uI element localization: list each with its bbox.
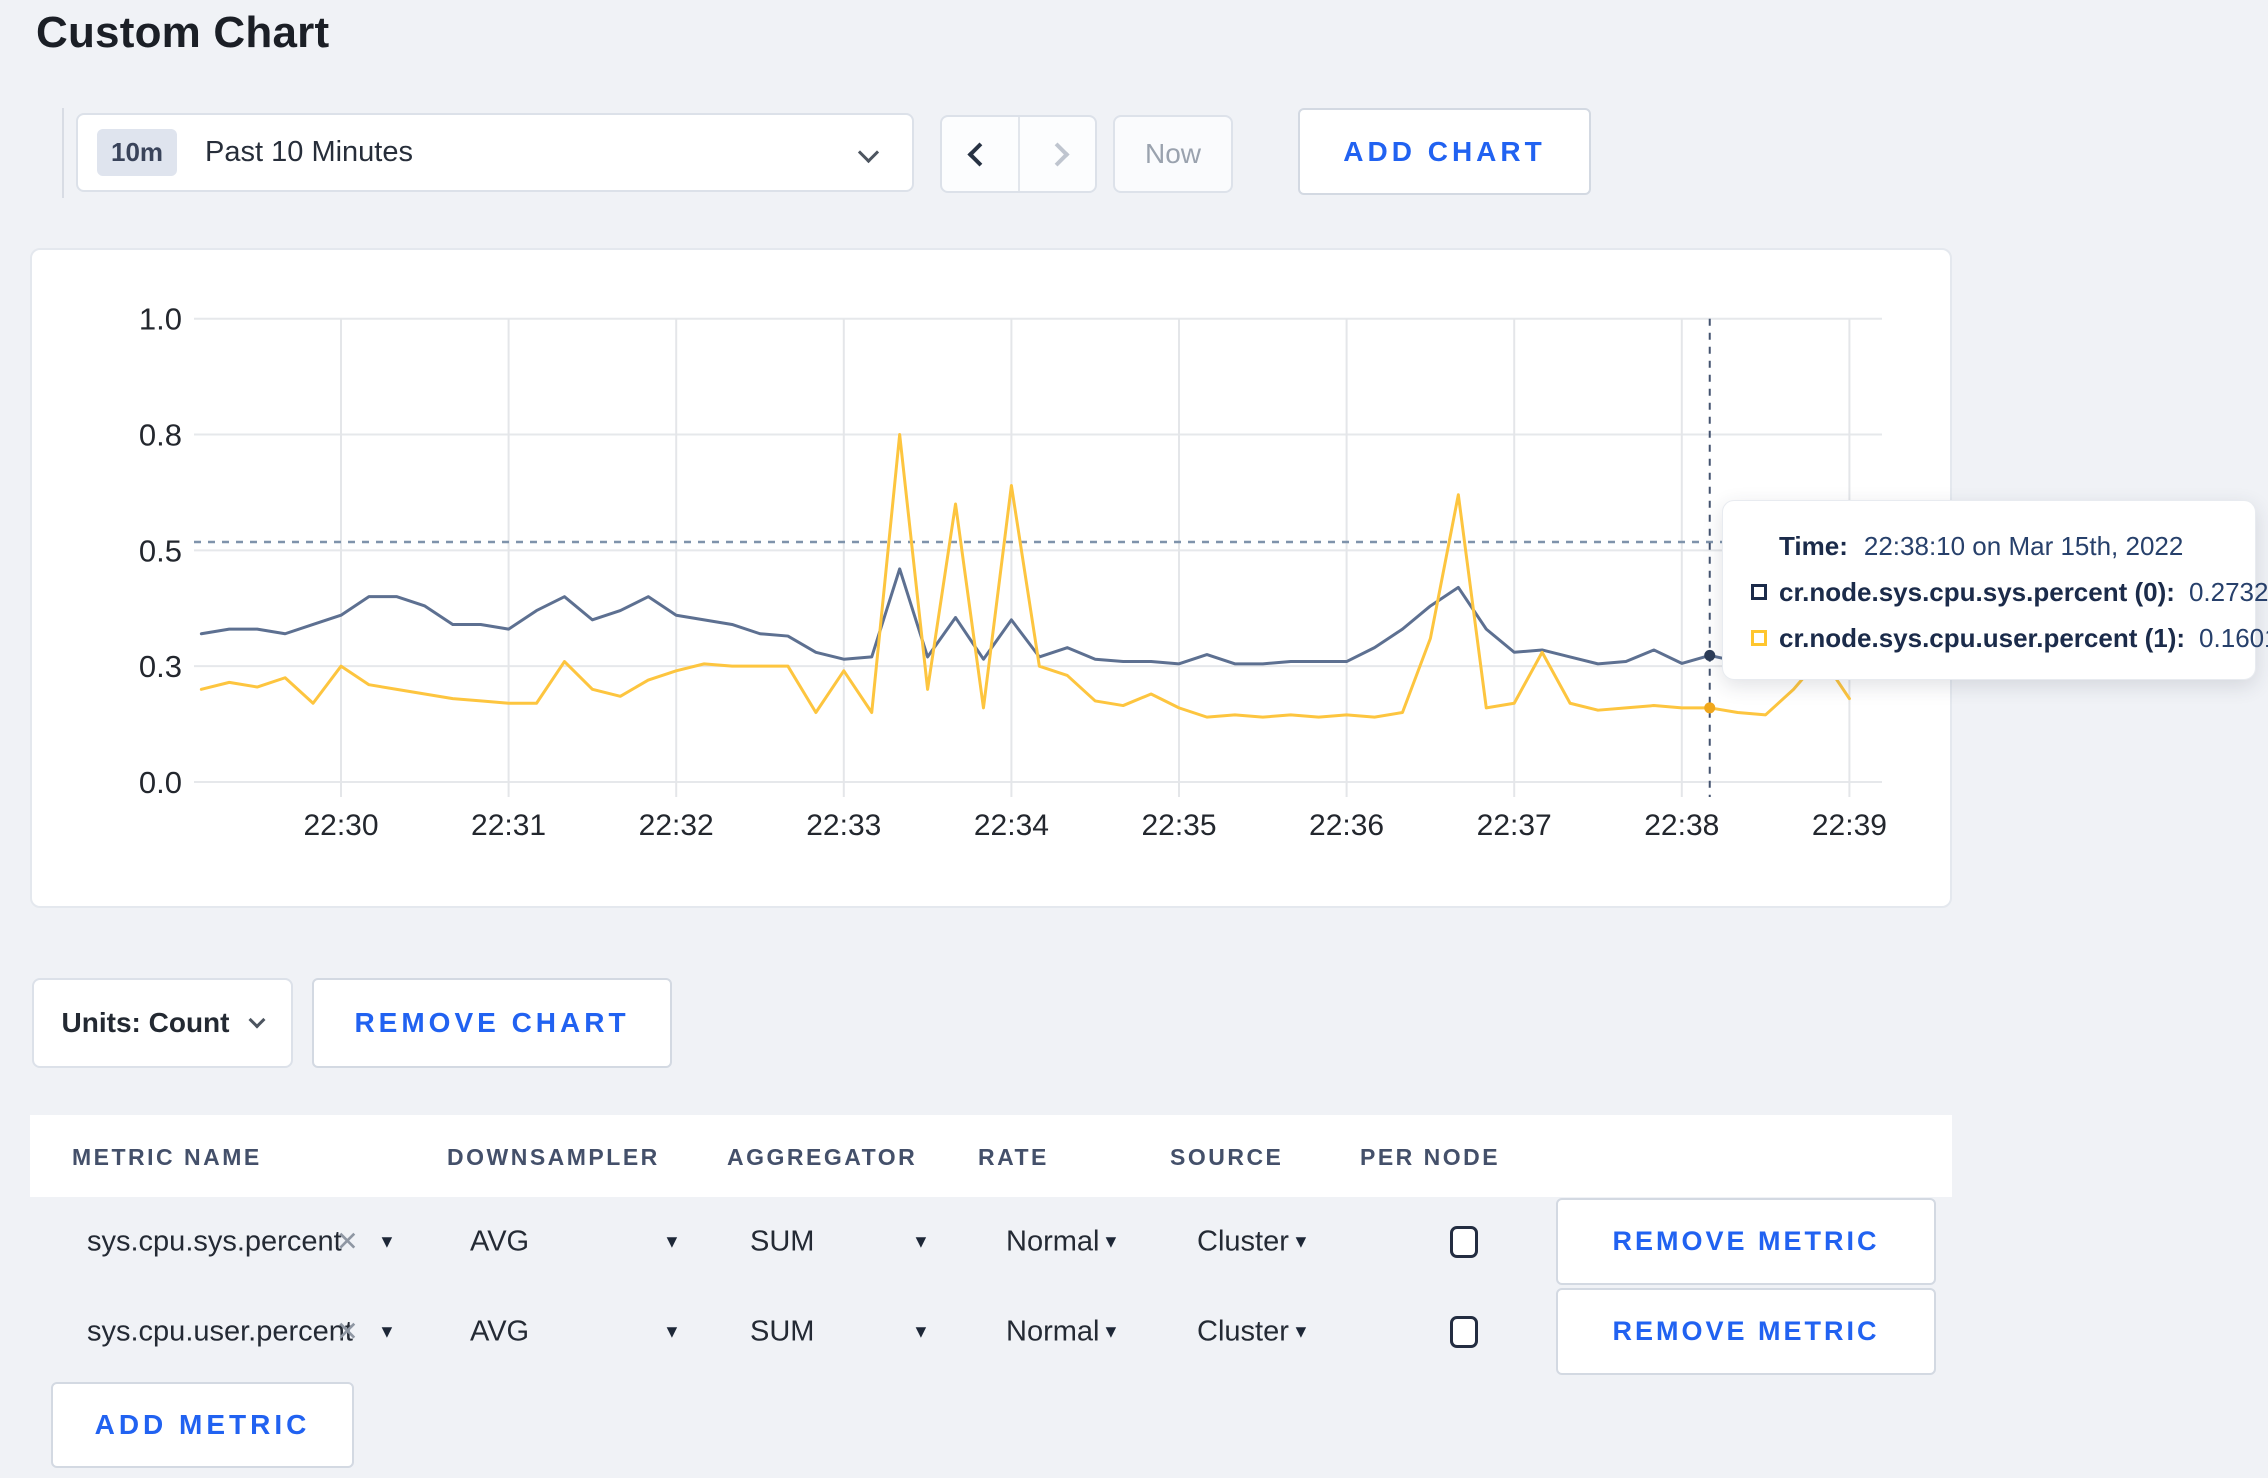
svg-text:1.0: 1.0 <box>139 302 182 337</box>
aggregator-select[interactable]: SUM <box>750 1226 814 1259</box>
col-header-source: SOURCE <box>1170 1144 1284 1170</box>
svg-text:22:36: 22:36 <box>1309 809 1384 842</box>
caret-down-icon[interactable]: ▼ <box>663 1232 681 1253</box>
chevron-down-icon <box>857 141 880 164</box>
tooltip-series-0-label: cr.node.sys.cpu.sys.percent (0): <box>1779 576 2175 607</box>
close-icon[interactable]: ✕ <box>336 1227 359 1258</box>
chart-card: 0.0 0.3 0.5 0.8 1.0 22:30 22:31 22:32 22:33 22:34… <box>30 248 1952 908</box>
svg-text:0.8: 0.8 <box>139 418 182 453</box>
col-header-aggregator: AGGREGATOR <box>727 1144 918 1170</box>
col-header-per-node: PER NODE <box>1360 1144 1501 1170</box>
metric-row-1: sys.cpu.user.percent ✕ ▼ AVG ▼ SUM ▼ Nor… <box>30 1287 1952 1377</box>
svg-text:22:34: 22:34 <box>974 809 1049 842</box>
tooltip-series-1-label: cr.node.sys.cpu.user.percent (1): <box>1779 622 2186 653</box>
caret-down-icon[interactable]: ▼ <box>663 1322 681 1343</box>
remove-metric-button[interactable]: REMOVE METRIC <box>1556 1198 1936 1285</box>
metric-name-select[interactable]: sys.cpu.sys.percent <box>87 1226 342 1259</box>
svg-text:22:33: 22:33 <box>806 809 881 842</box>
caret-down-icon[interactable]: ▼ <box>1292 1322 1310 1343</box>
units-label: Units: Count <box>61 1007 230 1038</box>
timeseries-chart[interactable]: 0.0 0.3 0.5 0.8 1.0 22:30 22:31 22:32 22:33 22:34… <box>32 250 1954 910</box>
metric-name-select[interactable]: sys.cpu.user.percent <box>87 1316 353 1349</box>
page-title: Custom Chart <box>36 8 330 57</box>
caret-down-icon[interactable]: ▼ <box>378 1232 396 1253</box>
svg-text:22:38: 22:38 <box>1644 809 1719 842</box>
caret-down-icon[interactable]: ▼ <box>378 1322 396 1343</box>
caret-down-icon[interactable]: ▼ <box>912 1232 930 1253</box>
time-nav-group <box>940 115 1097 193</box>
time-range-badge: 10m <box>97 129 178 176</box>
svg-text:22:37: 22:37 <box>1477 809 1552 842</box>
units-dropdown[interactable]: Units: Count <box>32 978 293 1068</box>
downsampler-select[interactable]: AVG <box>470 1226 529 1259</box>
svg-text:22:31: 22:31 <box>471 809 546 842</box>
time-forward-button[interactable] <box>1017 117 1096 191</box>
close-icon[interactable]: ✕ <box>336 1317 359 1348</box>
tooltip-time-label: Time: <box>1779 530 1848 561</box>
add-chart-button[interactable]: ADD CHART <box>1298 108 1591 195</box>
chevron-right-icon <box>1045 141 1070 167</box>
caret-down-icon[interactable]: ▼ <box>912 1322 930 1343</box>
remove-chart-button[interactable]: REMOVE CHART <box>312 978 672 1068</box>
remove-metric-button[interactable]: REMOVE METRIC <box>1556 1288 1936 1375</box>
rate-select[interactable]: Normal <box>1006 1226 1099 1259</box>
svg-text:22:39: 22:39 <box>1812 809 1887 842</box>
per-node-checkbox[interactable] <box>1450 1226 1478 1258</box>
chevron-down-icon <box>248 1011 266 1029</box>
series-0-swatch-icon <box>1751 584 1767 600</box>
toolbar-divider <box>62 108 64 198</box>
tooltip-time-value: 22:38:10 on Mar 15th, 2022 <box>1863 530 2184 561</box>
chevron-left-icon <box>967 141 992 167</box>
time-range-dropdown[interactable]: 10m Past 10 Minutes <box>76 113 914 192</box>
caret-down-icon[interactable]: ▼ <box>1102 1322 1120 1343</box>
svg-text:22:35: 22:35 <box>1141 809 1216 842</box>
time-range-label: Past 10 Minutes <box>205 136 413 168</box>
col-header-downsampler: DOWNSAMPLER <box>447 1144 660 1170</box>
col-header-rate: RATE <box>978 1144 1049 1170</box>
col-header-metric-name: METRIC NAME <box>72 1144 262 1170</box>
tooltip-series-0-value: 0.2732 <box>2188 576 2268 607</box>
series-1-swatch-icon <box>1751 630 1767 646</box>
downsampler-select[interactable]: AVG <box>470 1316 529 1349</box>
rate-select[interactable]: Normal <box>1006 1316 1099 1349</box>
add-metric-button[interactable]: ADD METRIC <box>51 1382 354 1468</box>
svg-text:22:30: 22:30 <box>303 809 378 842</box>
source-select[interactable]: Cluster <box>1197 1316 1289 1349</box>
metric-row-0: sys.cpu.sys.percent ✕ ▼ AVG ▼ SUM ▼ Norm… <box>30 1197 1952 1287</box>
time-back-button[interactable] <box>942 117 1018 191</box>
chart-hover-tooltip: Time: 22:38:10 on Mar 15th, 2022 cr.node… <box>1722 500 2268 680</box>
caret-down-icon[interactable]: ▼ <box>1102 1232 1120 1253</box>
per-node-checkbox[interactable] <box>1450 1316 1478 1348</box>
svg-text:22:32: 22:32 <box>639 809 714 842</box>
now-button[interactable]: Now <box>1113 115 1233 193</box>
svg-text:0.0: 0.0 <box>139 765 182 800</box>
svg-text:0.3: 0.3 <box>139 649 182 684</box>
svg-text:0.5: 0.5 <box>139 533 182 568</box>
tooltip-series-1-value: 0.1601 <box>2199 622 2268 653</box>
caret-down-icon[interactable]: ▼ <box>1292 1232 1310 1253</box>
source-select[interactable]: Cluster <box>1197 1226 1289 1259</box>
aggregator-select[interactable]: SUM <box>750 1316 814 1349</box>
